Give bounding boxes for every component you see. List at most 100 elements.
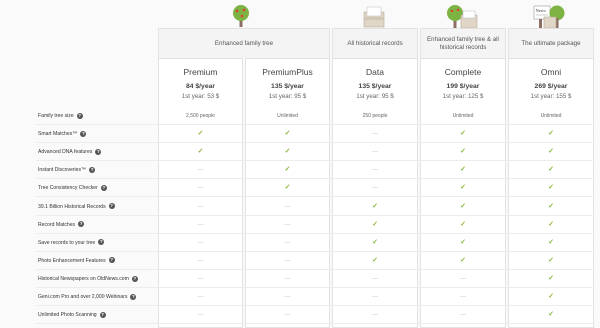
help-icon[interactable]: ? <box>108 257 115 264</box>
plan-first-year-price: 1st year: 95 $ <box>356 93 394 100</box>
row-divider <box>36 286 594 288</box>
check-icon: ✓ <box>372 202 378 210</box>
help-icon[interactable]: ? <box>98 239 105 246</box>
help-icon[interactable]: ? <box>100 185 107 192</box>
plan-name: Omni <box>540 67 562 77</box>
feature-label: Smart Matches™? <box>38 129 87 139</box>
dash-icon: — <box>284 203 291 210</box>
pricing-comparison-page: News Enhanced family tree All historical… <box>0 0 600 328</box>
check-icon: ✓ <box>284 148 291 156</box>
check-icon: ✓ <box>548 293 554 300</box>
tree-and-records-icon <box>447 5 478 29</box>
dash-icon: — <box>284 275 291 282</box>
plan-name: Premium <box>183 67 218 77</box>
feature-label: Geni.com Pro and over 2,000 Webinars? <box>38 292 137 302</box>
row-divider <box>36 214 594 216</box>
row-divider <box>36 232 594 234</box>
check-icon: ✓ <box>460 256 466 264</box>
dash-icon: — <box>197 275 204 282</box>
dash-icon: — <box>284 239 291 246</box>
check-icon: ✓ <box>284 184 291 192</box>
check-icon: ✓ <box>548 238 554 246</box>
feature-label-text: Geni.com Pro and over 2,000 Webinars <box>38 294 128 300</box>
check-icon: ✓ <box>548 148 554 156</box>
row-divider <box>36 196 594 198</box>
feature-value: Unlimited <box>452 113 474 119</box>
feature-label: Unlimited Photo Scanning? <box>38 310 106 320</box>
help-icon[interactable]: ? <box>89 166 96 173</box>
feature-label: 39.1 Billion Historical Records? <box>38 202 115 212</box>
check-icon: ✓ <box>460 166 466 174</box>
dash-icon: — <box>460 275 466 282</box>
plan-name: PremiumPlus <box>262 67 313 77</box>
dash-icon: — <box>284 294 291 300</box>
help-icon[interactable]: ? <box>78 221 85 228</box>
svg-text:News: News <box>536 8 546 13</box>
check-icon: ✓ <box>548 256 554 264</box>
check-icon: ✓ <box>548 184 554 192</box>
row-divider <box>36 160 594 162</box>
row-divider <box>36 142 594 144</box>
check-icon: ✓ <box>372 220 378 228</box>
plan-first-year-price: 1st year: 125 $ <box>442 93 484 100</box>
feature-label-text: Record Matches <box>38 221 76 228</box>
help-icon[interactable]: ? <box>108 203 115 210</box>
plan-name: Data <box>366 67 384 77</box>
help-icon[interactable]: ? <box>80 130 87 137</box>
dash-icon: — <box>372 312 378 319</box>
check-icon: ✓ <box>548 202 554 210</box>
plan-first-year-price: 1st year: 95 $ <box>268 93 307 100</box>
check-icon: ✓ <box>548 220 554 228</box>
tree-icon <box>233 5 249 27</box>
plan-price: 269 $/year <box>534 83 568 90</box>
check-icon: ✓ <box>284 130 291 138</box>
row-divider <box>36 250 594 252</box>
check-icon: ✓ <box>548 311 554 319</box>
dash-icon: — <box>197 257 204 264</box>
row-divider <box>36 178 594 180</box>
plan-name: Complete <box>444 67 482 77</box>
dash-icon: — <box>284 257 291 264</box>
feature-label: Photo Enhancement Features? <box>38 256 115 266</box>
row-divider <box>36 305 594 306</box>
feature-label: Historical Newspapers on OldNews.com? <box>38 274 138 284</box>
check-icon: ✓ <box>460 202 466 210</box>
group-enhanced-family-tree: Enhanced family tree <box>158 28 330 58</box>
feature-label: Tree Consistency Checker? <box>38 183 107 193</box>
check-icon: ✓ <box>548 166 554 174</box>
dash-icon: — <box>460 312 466 319</box>
dash-icon: — <box>197 239 204 246</box>
plan-first-year-price: 1st year: 53 $ <box>181 93 220 100</box>
dash-icon: — <box>372 185 378 192</box>
plan-price: 135 $/year <box>271 83 304 90</box>
feature-label-text: Advanced DNA features <box>38 149 93 156</box>
feature-label-text: Photo Enhancement Features <box>38 257 106 264</box>
check-icon: ✓ <box>284 166 291 174</box>
help-icon[interactable]: ? <box>131 275 138 282</box>
check-icon: ✓ <box>460 220 466 228</box>
feature-label-text: Family tree size <box>38 113 74 119</box>
dash-icon: — <box>460 294 466 300</box>
check-icon: ✓ <box>197 148 204 156</box>
help-icon[interactable]: ? <box>76 112 83 119</box>
feature-value: Unlimited <box>540 113 562 119</box>
plan-price: 84 $/year <box>185 83 216 90</box>
dash-icon: — <box>197 294 204 300</box>
row-divider <box>36 323 594 325</box>
feature-label: Family tree size? <box>38 111 83 121</box>
feature-label: Save records to your tree? <box>38 238 105 248</box>
feature-label-text: Tree Consistency Checker <box>38 185 98 192</box>
check-icon: ✓ <box>548 274 554 282</box>
group-tree-and-records: Enhanced family tree & all historical re… <box>420 28 506 58</box>
help-icon[interactable]: ? <box>95 148 102 155</box>
feature-value: 250 people <box>362 113 388 119</box>
feature-label-text: 39.1 Billion Historical Records <box>38 203 106 210</box>
row-divider <box>36 124 594 125</box>
dash-icon: — <box>372 131 378 138</box>
feature-label: Instant Discoveries™? <box>38 165 96 175</box>
help-icon[interactable]: ? <box>130 293 137 300</box>
group-ultimate-package: The ultimate package <box>508 28 594 58</box>
feature-label-text: Save records to your tree <box>38 239 96 246</box>
dash-icon: — <box>284 312 291 319</box>
help-icon[interactable]: ? <box>99 311 106 318</box>
